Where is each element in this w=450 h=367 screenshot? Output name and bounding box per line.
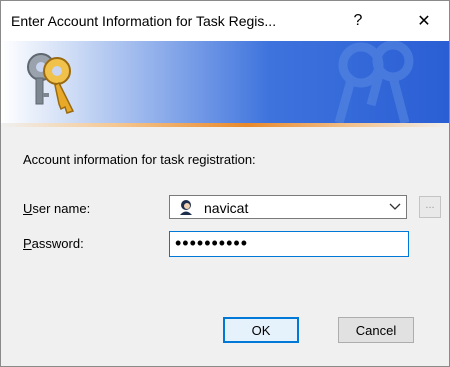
user-name-value: navicat: [204, 200, 249, 216]
title-bar: Enter Account Information for Task Regis…: [1, 1, 449, 41]
keys-watermark-icon: [334, 41, 414, 123]
dialog-window: Enter Account Information for Task Regis…: [0, 0, 450, 367]
password-field[interactable]: ••••••••••: [169, 231, 409, 257]
user-name-combobox[interactable]: navicat: [169, 195, 407, 219]
user-avatar-icon: [180, 200, 192, 215]
dialog-content: Account information for task registratio…: [1, 127, 449, 366]
cancel-button[interactable]: Cancel: [338, 317, 414, 343]
close-button[interactable]: ✕: [401, 1, 447, 41]
intro-text: Account information for task registratio…: [23, 152, 256, 167]
ok-button[interactable]: OK: [223, 317, 299, 343]
keys-icon: [27, 53, 75, 114]
help-button[interactable]: ?: [335, 1, 381, 41]
browse-user-button[interactable]: ...: [419, 196, 441, 218]
password-label: Password:: [23, 236, 84, 251]
header-banner: [1, 41, 449, 123]
chevron-down-icon[interactable]: [384, 196, 406, 218]
user-name-label: User name:: [23, 201, 91, 216]
window-title: Enter Account Information for Task Regis…: [11, 13, 277, 29]
